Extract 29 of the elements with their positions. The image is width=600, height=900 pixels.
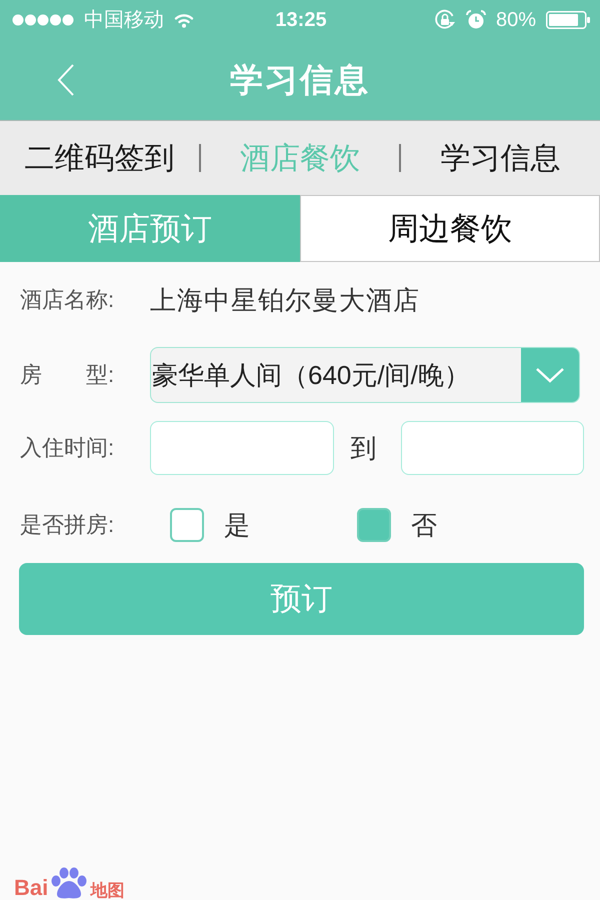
date-field[interactable]: [150, 421, 334, 475]
logo-text: 地图: [90, 882, 124, 899]
checkbox[interactable]: [170, 508, 204, 542]
carrier-name: 中国移动: [84, 10, 164, 30]
category-tab[interactable]: 二维码签到: [0, 138, 199, 178]
rotation-lock-icon: [434, 9, 456, 31]
hotel-name: 上海中星铂尔曼大酒店: [150, 284, 420, 316]
sub-tab[interactable]: 周边餐饮: [300, 195, 600, 262]
alarm-clock-icon: [466, 10, 486, 30]
field-label: 是否拼房:: [20, 511, 116, 539]
field-label: 酒店名称:: [20, 286, 116, 314]
field-label: 房 型:: [20, 361, 116, 389]
field-label: 入住时间:: [20, 434, 116, 462]
status-time: 13:25: [275, 10, 327, 30]
date-separator: 到: [350, 432, 376, 464]
date-field[interactable]: [400, 421, 584, 475]
option-label: 否: [411, 508, 437, 542]
room-type-select[interactable]: 豪华单人间（640元/间/晚）: [150, 347, 580, 403]
chevron-down-icon: [521, 348, 579, 402]
signal-icon: [12, 14, 74, 26]
option-label: 是: [224, 508, 250, 542]
battery-percent: 80%: [496, 10, 536, 30]
category-tab[interactable]: 学习信息: [401, 138, 600, 178]
checkbox[interactable]: [357, 508, 391, 542]
logo-text: Bai: [14, 877, 48, 899]
page-title: 学习信息: [230, 60, 370, 100]
wifi-icon: [174, 12, 194, 28]
paw-icon: [50, 867, 88, 899]
battery-icon: [546, 11, 590, 29]
